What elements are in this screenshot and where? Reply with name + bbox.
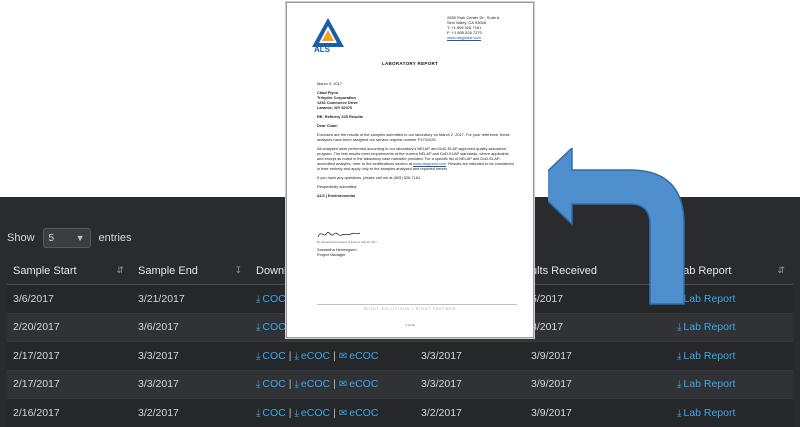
- download-icon: ⤓: [256, 293, 261, 305]
- entries-select[interactable]: 5 ▼: [42, 228, 91, 248]
- show-label: Show: [7, 232, 35, 244]
- cell-sample-start: 2/17/2017: [7, 369, 132, 399]
- paragraph-3: If you have any questions, please call m…: [317, 175, 422, 180]
- column-header-sample-start[interactable]: Sample Start ⇵: [7, 257, 132, 285]
- lab-report-link[interactable]: Lab Report: [683, 350, 735, 362]
- paragraph-2: All analyses were performed according to…: [317, 146, 514, 171]
- lab-report-link[interactable]: Lab Report: [683, 293, 735, 305]
- cell-downloads: ⤓ COC | ⤓ eCOC | ✉ eCOC: [250, 398, 415, 427]
- chevron-down-icon: ▼: [75, 233, 85, 243]
- ecoc-link[interactable]: eCOC: [301, 378, 330, 390]
- cell-sample-end: 3/2/2017: [132, 398, 250, 427]
- lab-report-link[interactable]: Lab Report: [683, 407, 735, 419]
- lab-report-link[interactable]: Lab Report: [683, 378, 735, 390]
- cell-results-received: 3/9/2017: [525, 369, 671, 399]
- signer-block: Samantha Henningsen Project Manager: [317, 247, 357, 257]
- link-separator: |: [333, 378, 336, 391]
- download-icon: ⤓: [677, 322, 682, 334]
- cell-col4: 3/2/2017: [415, 398, 525, 427]
- ecoc-email-link[interactable]: eCOC: [349, 407, 378, 419]
- entries-label: entries: [98, 232, 132, 244]
- letter-subject: RE: Refinery 325 Results: [317, 114, 364, 119]
- lab-report-link[interactable]: Lab Report: [683, 321, 735, 333]
- signature-caption: By Samantha Henningsen at 2:40 pm, Mar 0…: [317, 241, 377, 244]
- company-signoff: ALS | Environmental: [317, 193, 356, 198]
- cell-sample-start: 3/6/2017: [7, 284, 132, 313]
- letter-date: March 9, 2017: [317, 81, 342, 86]
- coc-link[interactable]: COC: [262, 321, 285, 333]
- link-separator: |: [288, 349, 292, 362]
- sort-icon: ⇵: [777, 265, 785, 275]
- cell-sample-end: 3/6/2017: [132, 312, 250, 342]
- website-link: www.alsglobal.com: [447, 35, 482, 40]
- ecoc-link[interactable]: eCOC: [301, 350, 330, 362]
- footer-divider: [317, 304, 517, 305]
- cell-lab-report: ⤓Lab Report: [671, 341, 793, 370]
- arrow-pointer-icon: [548, 148, 685, 305]
- cell-lab-report: ⤓Lab Report: [671, 369, 793, 399]
- download-icon: ⤓: [256, 379, 261, 391]
- recipient-block: Chad Flynn Trihydro Corporation 1252 Com…: [317, 90, 358, 110]
- cell-downloads: ⤓ COC | ⤓ eCOC | ✉ eCOC: [250, 341, 415, 370]
- link-separator: |: [288, 378, 292, 391]
- envelope-icon: ✉: [338, 407, 348, 419]
- envelope-icon: ✉: [338, 350, 348, 362]
- company-address: 2655 Park Center Dr., Suite A Simi Valle…: [447, 15, 500, 40]
- download-icon: ⤓: [294, 379, 299, 391]
- download-icon: ⤓: [677, 407, 682, 419]
- sort-desc-icon: ↧: [234, 265, 242, 275]
- ecoc-email-link[interactable]: eCOC: [349, 378, 378, 390]
- download-icon: ⤓: [294, 407, 299, 419]
- cell-downloads: ⤓ COC | ⤓ eCOC | ✉ eCOC: [250, 369, 415, 399]
- salutation: Dear Chad:: [317, 123, 338, 128]
- coc-link[interactable]: COC: [262, 293, 285, 305]
- download-icon: ⤓: [256, 322, 261, 334]
- column-header-sample-end[interactable]: Sample End ↧: [132, 257, 250, 285]
- cell-lab-report: ⤓Lab Report: [671, 312, 793, 342]
- cell-results-received: 3/2017: [525, 312, 671, 342]
- sort-icon: ⇵: [116, 265, 124, 275]
- paragraph-1: Enclosed are the results of the samples …: [317, 132, 510, 142]
- cell-results-received: 3/9/2017: [525, 398, 671, 427]
- download-icon: ⤓: [256, 407, 261, 419]
- link-separator: |: [288, 406, 292, 419]
- cell-sample-end: 3/3/2017: [132, 369, 250, 399]
- document-title: LABORATORY REPORT: [381, 61, 439, 66]
- column-header-lab-report[interactable]: Lab Report ⇵: [671, 257, 793, 285]
- cell-sample-start: 2/17/2017: [7, 341, 132, 370]
- table-row: 2/16/2017 3/2/2017 ⤓ COC | ⤓ eCOC | ✉ eCOC 3/2/…: [7, 398, 793, 427]
- table-row: 2/17/2017 3/3/2017 ⤓ COC | ⤓ eCOC | ✉ eCOC 3/3/…: [7, 369, 793, 399]
- cell-lab-report: ⤓Lab Report: [671, 398, 793, 427]
- cell-sample-start: 2/16/2017: [7, 398, 132, 427]
- cell-sample-start: 2/20/2017: [7, 312, 132, 342]
- link-separator: |: [333, 349, 336, 362]
- coc-link[interactable]: COC: [262, 350, 285, 362]
- coc-link[interactable]: COC: [262, 407, 285, 419]
- cell-results-received: 3/9/2017: [525, 341, 671, 370]
- entries-select-value: 5: [48, 232, 55, 244]
- table-row: 2/17/2017 3/3/2017 ⤓ COC | ⤓ eCOC | ✉ eCOC 3/3/…: [7, 341, 793, 370]
- envelope-icon: ✉: [338, 379, 348, 391]
- link-separator: |: [333, 406, 336, 419]
- closing: Respectfully submitted,: [317, 184, 358, 189]
- cell-sample-end: 3/3/2017: [132, 341, 250, 370]
- cell-lab-report: ⤓Lab Report: [671, 284, 793, 313]
- signature-image: [317, 231, 361, 238]
- coc-link[interactable]: COC: [262, 378, 285, 390]
- download-icon: ⤓: [256, 350, 261, 362]
- length-menu: Show 5 ▼ entries: [7, 228, 132, 248]
- cell-sample-end: 3/21/2017: [132, 284, 250, 313]
- document-footer: RIGHT SOLUTIONS | RIGHT PARTNER: [363, 307, 457, 311]
- download-icon: ⤓: [677, 350, 682, 362]
- page-number: 1 of 16: [405, 323, 415, 327]
- cell-col4: 3/3/2017: [415, 341, 525, 370]
- download-icon: ⤓: [677, 379, 682, 391]
- download-icon: ⤓: [294, 350, 299, 362]
- logo-text: ALS: [314, 45, 330, 54]
- lab-report-preview: ALS 2655 Park Center Dr., Suite A Simi V…: [286, 2, 534, 338]
- letter-body: March 9, 2017 Chad Flynn Trihydro Corpor…: [317, 81, 517, 202]
- ecoc-link[interactable]: eCOC: [301, 407, 330, 419]
- ecoc-email-link[interactable]: eCOC: [349, 350, 378, 362]
- cell-col4: 3/3/2017: [415, 369, 525, 399]
